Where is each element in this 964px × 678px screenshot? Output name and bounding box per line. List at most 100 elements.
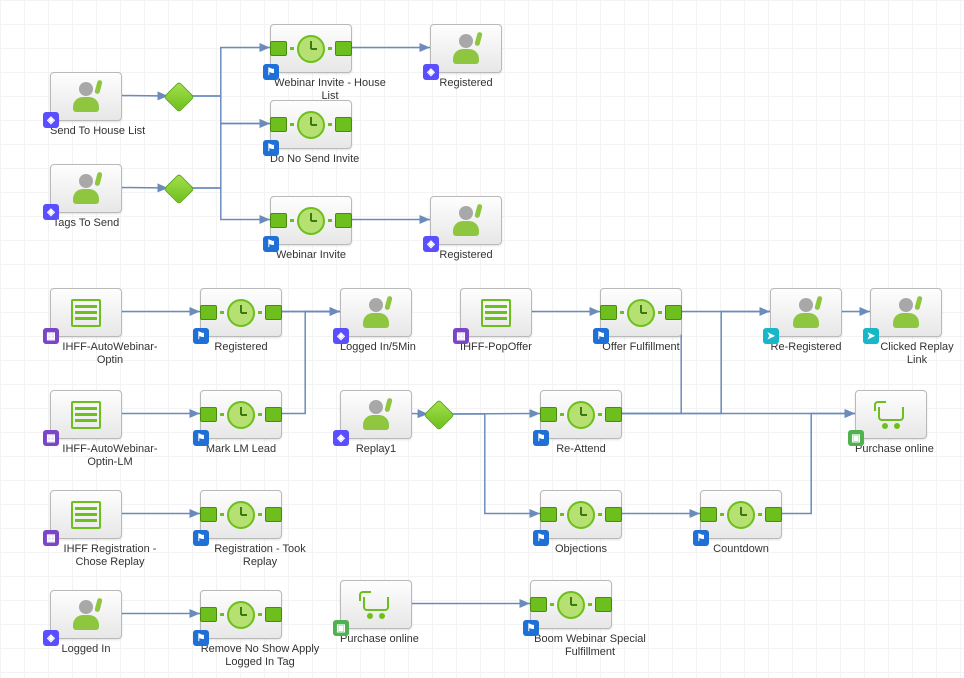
- person-icon: [449, 204, 483, 238]
- person-icon: [69, 172, 103, 206]
- node-do-no-send-invite[interactable]: ⚑Do No Send Invite: [270, 100, 359, 166]
- decision-node[interactable]: [163, 81, 194, 112]
- decision-node[interactable]: [163, 173, 194, 204]
- flag-badge-icon: ⚑: [533, 530, 549, 546]
- node-ihff-popoffer[interactable]: ▦IHFF-PopOffer: [460, 288, 532, 354]
- node-send-to-house-list[interactable]: ◈Send To House List: [50, 72, 145, 138]
- node-label: Offer Fulfillment: [600, 341, 682, 354]
- node-logged-in-5min[interactable]: ◈Logged In/5Min: [340, 288, 416, 354]
- node-label: Boom Webinar Special Fulfillment: [530, 633, 650, 659]
- sequence-icon: [540, 501, 622, 529]
- node-replay1[interactable]: ◈Replay1: [340, 390, 412, 456]
- form-icon: [71, 299, 101, 327]
- tag-badge-icon: ◈: [333, 328, 349, 344]
- person-icon: [359, 296, 393, 330]
- node-label: Registered: [430, 249, 502, 262]
- node-purchase-online[interactable]: ▣Purchase online: [855, 390, 934, 456]
- tag-badge-icon: ◈: [423, 236, 439, 252]
- form-icon: [71, 501, 101, 529]
- sequence-icon: [200, 401, 282, 429]
- node-boom-webinar-special-fulfillment[interactable]: ⚑Boom Webinar Special Fulfillment: [530, 580, 650, 659]
- form-icon: [481, 299, 511, 327]
- person-icon: [889, 296, 923, 330]
- node-registered[interactable]: ◈Registered: [430, 196, 502, 262]
- node-label: Send To House List: [50, 125, 145, 138]
- sequence-icon: [270, 207, 352, 235]
- flag-badge-icon: ⚑: [193, 630, 209, 646]
- form-badge-icon: ▦: [43, 530, 59, 546]
- flag-badge-icon: ⚑: [593, 328, 609, 344]
- node-label: IHFF-AutoWebinar-Optin-LM: [50, 443, 170, 469]
- node-remove-no-show-apply-logged-in-tag[interactable]: ⚑Remove No Show Apply Logged In Tag: [200, 590, 320, 669]
- cart-badge-icon: ▣: [848, 430, 864, 446]
- node-label: Logged In: [50, 643, 122, 656]
- node-registered-seq[interactable]: ⚑Registered: [200, 288, 282, 354]
- form-icon: [71, 401, 101, 429]
- node-label: Purchase online: [855, 443, 934, 456]
- flag-badge-icon: ⚑: [193, 328, 209, 344]
- node-label: Replay1: [340, 443, 412, 456]
- cursor-badge-icon: ➤: [863, 328, 879, 344]
- node-registration-took-replay[interactable]: ⚑Registration - Took Replay: [200, 490, 320, 569]
- node-label: Purchase online: [340, 633, 419, 646]
- person-icon: [69, 80, 103, 114]
- person-icon: [69, 598, 103, 632]
- node-label: Registered: [430, 77, 502, 90]
- node-label: Registration - Took Replay: [200, 543, 320, 569]
- node-webinar-invite-house-list[interactable]: ⚑Webinar Invite - House List: [270, 24, 390, 103]
- flag-badge-icon: ⚑: [523, 620, 539, 636]
- node-label: Remove No Show Apply Logged In Tag: [200, 643, 320, 669]
- person-icon: [789, 296, 823, 330]
- tag-badge-icon: ◈: [333, 430, 349, 446]
- sequence-icon: [200, 501, 282, 529]
- form-badge-icon: ▦: [43, 430, 59, 446]
- cursor-badge-icon: ➤: [763, 328, 779, 344]
- node-logged-in[interactable]: ◈Logged In: [50, 590, 122, 656]
- tag-badge-icon: ◈: [423, 64, 439, 80]
- cart-badge-icon: ▣: [333, 620, 349, 636]
- node-ihff-registration-chose-replay[interactable]: ▦IHFF Registration - Chose Replay: [50, 490, 170, 569]
- sequence-icon: [270, 111, 352, 139]
- sequence-icon: [700, 501, 782, 529]
- sequence-icon: [270, 35, 352, 63]
- person-icon: [359, 398, 393, 432]
- node-offer-fulfillment[interactable]: ⚑Offer Fulfillment: [600, 288, 682, 354]
- node-label: Do No Send Invite: [270, 153, 359, 166]
- sequence-icon: [530, 591, 612, 619]
- cart-icon: [874, 401, 908, 429]
- node-ihff-autowebinar-optin[interactable]: ▦IHFF-AutoWebinar-Optin: [50, 288, 170, 367]
- node-countdown[interactable]: ⚑Countdown: [700, 490, 782, 556]
- workflow-canvas[interactable]: ◈Send To House List ◈Tags To Send ⚑Webin…: [0, 0, 964, 678]
- flag-badge-icon: ⚑: [263, 236, 279, 252]
- node-ihff-autowebinar-optin-lm[interactable]: ▦IHFF-AutoWebinar-Optin-LM: [50, 390, 170, 469]
- flag-badge-icon: ⚑: [263, 64, 279, 80]
- node-label: Webinar Invite: [270, 249, 352, 262]
- form-badge-icon: ▦: [453, 328, 469, 344]
- sequence-icon: [200, 601, 282, 629]
- node-webinar-invite[interactable]: ⚑Webinar Invite: [270, 196, 352, 262]
- cart-icon: [359, 591, 393, 619]
- node-label: IHFF Registration - Chose Replay: [50, 543, 170, 569]
- tag-badge-icon: ◈: [43, 630, 59, 646]
- tag-badge-icon: ◈: [43, 204, 59, 220]
- sequence-icon: [200, 299, 282, 327]
- node-re-registered[interactable]: ➤Re-Registered: [770, 288, 842, 354]
- node-label: Re-Attend: [540, 443, 622, 456]
- node-re-attend[interactable]: ⚑Re-Attend: [540, 390, 622, 456]
- node-label: Objections: [540, 543, 622, 556]
- node-label: IHFF-AutoWebinar-Optin: [50, 341, 170, 367]
- node-label: Mark LM Lead: [200, 443, 282, 456]
- decision-node[interactable]: [423, 399, 454, 430]
- node-objections[interactable]: ⚑Objections: [540, 490, 622, 556]
- node-registered[interactable]: ◈Registered: [430, 24, 502, 90]
- person-icon: [449, 32, 483, 66]
- flag-badge-icon: ⚑: [193, 430, 209, 446]
- node-label: Tags To Send: [50, 217, 122, 230]
- node-label: Clicked Replay Link: [870, 341, 964, 367]
- node-tags-to-send[interactable]: ◈Tags To Send: [50, 164, 122, 230]
- node-purchase-online[interactable]: ▣Purchase online: [340, 580, 419, 646]
- node-clicked-replay-link[interactable]: ➤Clicked Replay Link: [870, 288, 964, 367]
- form-badge-icon: ▦: [43, 328, 59, 344]
- flag-badge-icon: ⚑: [693, 530, 709, 546]
- node-mark-lm-lead[interactable]: ⚑Mark LM Lead: [200, 390, 282, 456]
